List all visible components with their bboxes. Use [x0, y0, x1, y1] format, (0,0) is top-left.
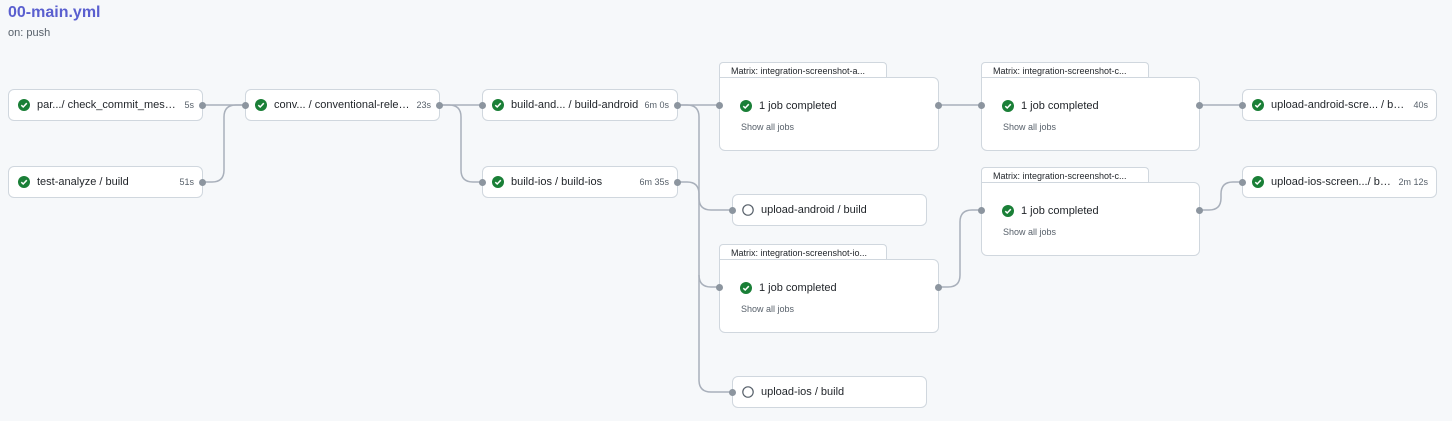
job-duration: 5s: [184, 100, 194, 110]
connector-dot: [716, 284, 723, 291]
show-all-jobs-link[interactable]: Show all jobs: [1003, 227, 1056, 237]
circle-icon: [742, 204, 754, 216]
matrix-title-tab[interactable]: Matrix: integration-screenshot-c...: [981, 62, 1149, 78]
matrix-summary: 1 job completed: [1002, 205, 1099, 217]
job-name: conv... / conventional-release: [274, 99, 413, 111]
connector-dot: [479, 179, 486, 186]
connector-dot: [1239, 102, 1246, 109]
job-build-ios[interactable]: build-ios / build-ios 6m 35s: [482, 166, 678, 198]
job-duration: 2m 12s: [1398, 177, 1428, 187]
connector-dot: [978, 102, 985, 109]
connector-dot: [674, 102, 681, 109]
connector-dot: [1196, 102, 1203, 109]
job-name: build-ios / build-ios: [511, 176, 603, 188]
job-name: test-analyze / build: [37, 176, 129, 188]
check-circle-icon: [1252, 176, 1264, 188]
connector-dot: [935, 102, 942, 109]
matrix-title: Matrix: integration-screenshot-io...: [731, 248, 868, 258]
show-all-jobs-link[interactable]: Show all jobs: [1003, 122, 1056, 132]
matrix-summary-text: 1 job completed: [1021, 205, 1099, 217]
check-circle-icon: [18, 99, 30, 111]
connector-dot: [199, 102, 206, 109]
check-circle-icon: [492, 99, 504, 111]
matrix-summary-text: 1 job completed: [1021, 100, 1099, 112]
job-name: upload-ios / build: [761, 386, 845, 398]
check-circle-icon: [18, 176, 30, 188]
job-upload-android-screenshots[interactable]: upload-android-scre... / build 40s: [1242, 89, 1437, 121]
show-all-jobs-link[interactable]: Show all jobs: [741, 122, 794, 132]
check-circle-icon: [740, 100, 752, 112]
edge-conv-build-ios: [439, 104, 485, 183]
job-upload-ios[interactable]: upload-ios / build: [732, 376, 927, 408]
check-circle-icon: [1002, 100, 1014, 112]
connector-dot: [199, 179, 206, 186]
edge-build-ios-matrix4: [677, 181, 720, 288]
matrix-group-android-screenshots[interactable]: 1 job completed Show all jobs: [719, 77, 939, 151]
matrix-summary-text: 1 job completed: [759, 100, 837, 112]
matrix-title-tab[interactable]: Matrix: integration-screenshot-a...: [719, 62, 887, 78]
job-build-android[interactable]: build-and... / build-android 6m 0s: [482, 89, 678, 121]
matrix-group-ios-screenshots-2[interactable]: 1 job completed Show all jobs: [981, 182, 1200, 256]
show-all-jobs-link[interactable]: Show all jobs: [741, 304, 794, 314]
matrix-title: Matrix: integration-screenshot-c...: [993, 66, 1127, 76]
job-parse[interactable]: par.../ check_commit_message 5s: [8, 89, 203, 121]
job-name: build-and... / build-android: [511, 99, 639, 111]
job-duration: 51s: [179, 177, 194, 187]
connector-dot: [935, 284, 942, 291]
connector-dot: [436, 102, 443, 109]
job-duration: 6m 35s: [639, 177, 669, 187]
matrix-summary: 1 job completed: [740, 100, 837, 112]
job-duration: 23s: [416, 100, 431, 110]
matrix-title-tab[interactable]: Matrix: integration-screenshot-c...: [981, 167, 1149, 183]
check-circle-icon: [740, 282, 752, 294]
matrix-group-ios-screenshots[interactable]: 1 job completed Show all jobs: [719, 259, 939, 333]
matrix-group-android-screenshots-2[interactable]: 1 job completed Show all jobs: [981, 77, 1200, 151]
connector-dot: [729, 207, 736, 214]
job-upload-ios-screenshots[interactable]: upload-ios-screen.../ build 2m 12s: [1242, 166, 1437, 198]
job-test-analyze[interactable]: test-analyze / build 51s: [8, 166, 203, 198]
edge-test-conv: [202, 104, 248, 183]
matrix-summary: 1 job completed: [740, 282, 837, 294]
check-circle-icon: [1252, 99, 1264, 111]
matrix-summary: 1 job completed: [1002, 100, 1099, 112]
matrix-title: Matrix: integration-screenshot-c...: [993, 171, 1127, 181]
job-upload-android[interactable]: upload-android / build: [732, 194, 927, 226]
job-duration: 40s: [1413, 100, 1428, 110]
check-circle-icon: [492, 176, 504, 188]
job-name: upload-android-scre... / build: [1271, 99, 1410, 111]
matrix-title-tab[interactable]: Matrix: integration-screenshot-io...: [719, 244, 887, 260]
connector-dot: [1196, 207, 1203, 214]
connector-dot: [729, 389, 736, 396]
connector-dot: [674, 179, 681, 186]
connector-dot: [978, 207, 985, 214]
job-duration: 6m 0s: [644, 100, 669, 110]
job-name: upload-ios-screen.../ build: [1271, 176, 1395, 188]
connector-dot: [1239, 179, 1246, 186]
connector-dot: [242, 102, 249, 109]
check-circle-icon: [255, 99, 267, 111]
edge-matrix4-matrix3: [938, 209, 982, 288]
job-conventional-release[interactable]: conv... / conventional-release 23s: [245, 89, 440, 121]
job-name: par.../ check_commit_message: [37, 99, 181, 111]
connector-dot: [479, 102, 486, 109]
check-circle-icon: [1002, 205, 1014, 217]
connector-dot: [716, 102, 723, 109]
matrix-title: Matrix: integration-screenshot-a...: [731, 66, 866, 76]
circle-icon: [742, 386, 754, 398]
job-name: upload-android / build: [761, 204, 867, 216]
edge-matrix3-upload-ios-screens: [1199, 181, 1244, 211]
matrix-summary-text: 1 job completed: [759, 282, 837, 294]
